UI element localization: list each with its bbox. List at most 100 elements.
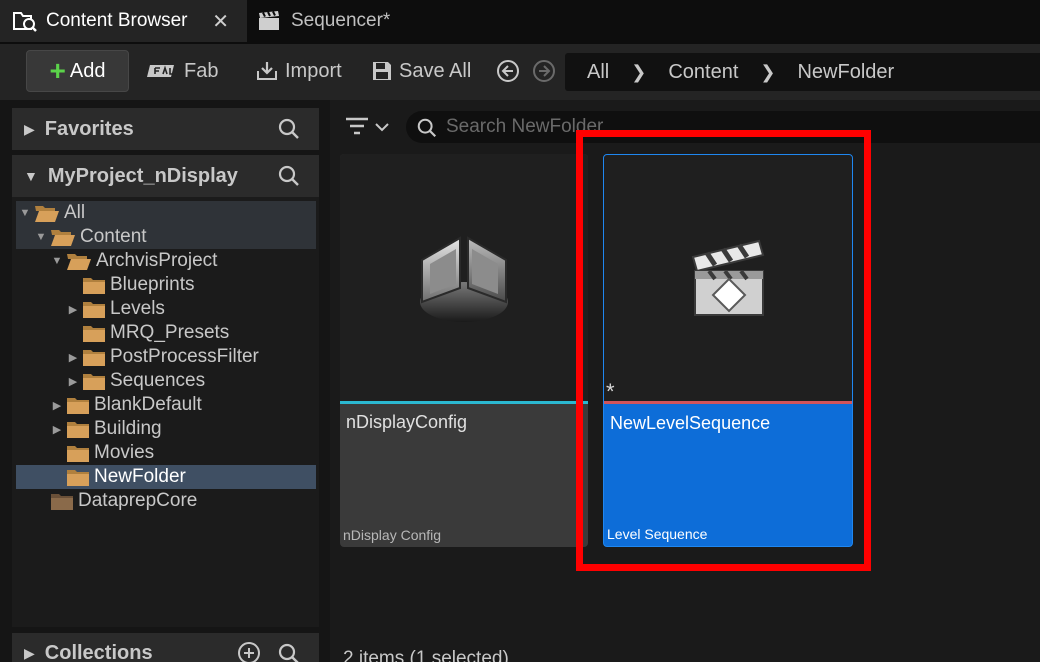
tree-item[interactable]: ▼ All — [16, 201, 316, 225]
tree-item[interactable]: DataprepCore — [16, 489, 316, 513]
folder-icon — [82, 299, 106, 319]
folder-icon — [82, 323, 106, 343]
tree-item-label: Movies — [94, 442, 155, 463]
tree-item-label: BlankDefault — [94, 394, 202, 415]
project-header[interactable]: ▼ MyProject_nDisplay — [12, 155, 319, 197]
collapse-arrow-icon[interactable]: ▼ — [24, 168, 38, 184]
tab-content-browser[interactable]: Content Browser ✕ — [0, 0, 247, 42]
close-tab-icon[interactable]: ✕ — [212, 9, 229, 34]
tree-item[interactable]: Movies — [16, 441, 316, 465]
save-icon — [371, 60, 393, 82]
tab-label: Content Browser — [46, 10, 188, 31]
asset-thumbnail: * — [604, 155, 852, 404]
asset-type-color-bar — [604, 401, 852, 404]
breadcrumb-item[interactable]: All — [587, 61, 609, 84]
breadcrumb-item[interactable]: NewFolder — [797, 61, 894, 84]
folder-icon — [50, 491, 74, 511]
status-text: 2 items (1 selected) — [343, 648, 509, 662]
tree-item[interactable]: ▶ Levels — [16, 297, 316, 321]
expand-arrow-icon[interactable]: ▶ — [50, 399, 64, 412]
collections-label: Collections — [44, 641, 153, 662]
asset-tile-level-sequence[interactable]: * NewLevelSequence Level Sequence — [603, 154, 853, 547]
collapse-arrow-icon[interactable]: ▼ — [34, 231, 48, 243]
save-all-label: Save All — [399, 59, 472, 82]
folder-icon — [82, 371, 106, 391]
folder-icon — [66, 419, 90, 439]
add-collection-icon[interactable] — [237, 641, 261, 662]
tab-bar: Content Browser ✕ Sequencer* — [0, 0, 1040, 44]
search-icon[interactable] — [277, 642, 301, 662]
folder-icon — [66, 467, 90, 487]
plus-icon: + — [49, 55, 66, 86]
expand-arrow-icon[interactable]: ▶ — [24, 121, 35, 138]
forward-arrow-icon[interactable] — [532, 50, 556, 92]
fab-button[interactable]: Fab — [146, 50, 218, 92]
asset-type: nDisplay Config — [343, 527, 442, 543]
tree-item[interactable]: MRQ_Presets — [16, 321, 316, 345]
favorites-header[interactable]: ▶ Favorites — [12, 108, 319, 150]
collapse-arrow-icon[interactable]: ▼ — [18, 207, 32, 219]
folder-open-icon — [34, 203, 60, 223]
tree-item[interactable]: ▶ BlankDefault — [16, 393, 316, 417]
tree-item-label: Sequences — [110, 370, 206, 391]
add-button[interactable]: + Add — [26, 50, 129, 92]
add-label: Add — [69, 59, 106, 82]
breadcrumb: All ❯ Content ❯ NewFolder — [565, 53, 1040, 91]
tree-item-label: NewFolder — [94, 466, 186, 487]
tree-item-label: ArchvisProject — [96, 250, 218, 271]
search-input[interactable]: Search NewFolder — [406, 111, 1040, 143]
tree-item[interactable]: ▼ Content — [16, 225, 316, 249]
tab-sequencer[interactable]: Sequencer* — [247, 0, 447, 42]
import-label: Import — [285, 59, 342, 82]
expand-arrow-icon[interactable]: ▶ — [66, 375, 80, 388]
fab-icon — [146, 62, 178, 80]
folder-icon — [82, 347, 106, 367]
collapse-arrow-icon[interactable]: ▼ — [50, 255, 64, 267]
unsaved-marker: * — [606, 379, 615, 404]
filter-icon[interactable] — [344, 116, 392, 138]
search-icon[interactable] — [277, 164, 301, 188]
tree-item[interactable]: Blueprints — [16, 273, 316, 297]
tree-item-label: Levels — [110, 298, 165, 319]
tree-item-label: DataprepCore — [78, 490, 198, 511]
search-icon — [416, 117, 438, 139]
tree-item-label: Content — [80, 226, 147, 247]
fab-label: Fab — [184, 59, 219, 82]
breadcrumb-item[interactable]: Content — [668, 61, 738, 84]
folder-icon — [66, 443, 90, 463]
folder-tree: ▼ All ▼ Content ▼ ArchvisProject Blueprints ▶ Le… — [12, 197, 319, 627]
import-button[interactable]: Import — [255, 50, 342, 92]
tree-item[interactable]: NewFolder — [16, 465, 316, 489]
tree-item[interactable]: ▼ ArchvisProject — [16, 249, 316, 273]
tree-item-label: MRQ_Presets — [110, 322, 230, 343]
expand-arrow-icon[interactable]: ▶ — [66, 351, 80, 364]
folder-open-icon — [66, 251, 92, 271]
tree-item[interactable]: ▶ PostProcessFilter — [16, 345, 316, 369]
asset-name: NewLevelSequence — [610, 413, 771, 433]
chevron-right-icon[interactable]: ❯ — [631, 62, 646, 83]
asset-tile-ndisplay-config[interactable]: nDisplayConfig nDisplay Config — [340, 154, 588, 547]
clapperboard-icon — [257, 10, 281, 32]
tree-item[interactable]: ▶ Building — [16, 417, 316, 441]
project-label: MyProject_nDisplay — [47, 164, 238, 187]
tree-item-label: Blueprints — [110, 274, 195, 295]
folder-open-icon — [50, 227, 76, 247]
save-all-button[interactable]: Save All — [371, 50, 471, 92]
expand-arrow-icon[interactable]: ▶ — [24, 645, 35, 662]
tree-item-label: All — [64, 202, 86, 223]
collections-header[interactable]: ▶ Collections — [12, 633, 319, 662]
tree-item-label: Building — [94, 418, 162, 439]
import-icon — [255, 59, 279, 83]
expand-arrow-icon[interactable]: ▶ — [50, 423, 64, 436]
expand-arrow-icon[interactable]: ▶ — [66, 303, 80, 316]
chevron-right-icon[interactable]: ❯ — [760, 62, 775, 83]
folder-icon — [66, 395, 90, 415]
level-sequence-icon — [689, 237, 769, 319]
asset-type-color-bar — [340, 401, 588, 404]
tree-item[interactable]: ▶ Sequences — [16, 369, 316, 393]
ndisplay-config-icon — [416, 230, 512, 326]
search-icon[interactable] — [277, 117, 301, 141]
asset-type: Level Sequence — [607, 526, 708, 542]
asset-thumbnail — [340, 154, 588, 401]
back-arrow-icon[interactable] — [496, 50, 520, 92]
